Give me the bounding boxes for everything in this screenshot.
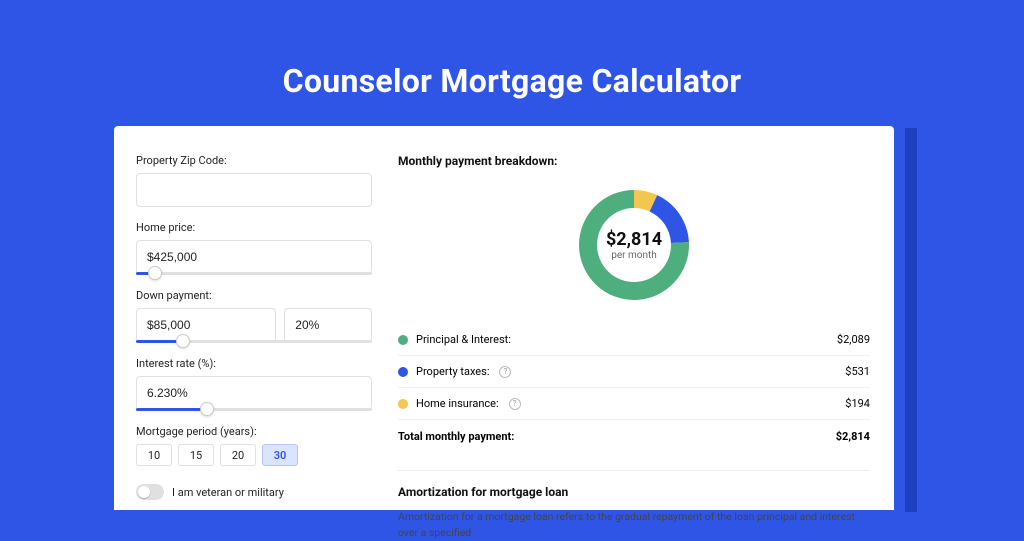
home-price-label: Home price: [136,221,372,234]
amortization-block: Amortization for mortgage loan Amortizat… [398,470,870,541]
period-option-15[interactable]: 15 [178,444,214,466]
veteran-row: I am veteran or military [136,484,372,500]
period-option-30[interactable]: 30 [262,444,298,466]
interest-rate-input[interactable] [136,376,372,410]
down-payment-field-group: Down payment: [136,289,372,343]
donut-center-amount: $2,814 [606,229,662,250]
help-icon[interactable]: ? [509,398,521,410]
breakdown-label: Home insurance: [416,397,499,410]
period-option-10[interactable]: 10 [136,444,172,466]
slider-thumb-icon[interactable] [176,334,190,348]
breakdown-row: Property taxes:? $531 [398,356,870,388]
period-option-20[interactable]: 20 [220,444,256,466]
home-price-input[interactable] [136,240,372,274]
page-title: Counselor Mortgage Calculator [0,0,1024,126]
total-label: Total monthly payment: [398,430,514,443]
mortgage-period-field-group: Mortgage period (years): 10 15 20 30 [136,425,372,466]
breakdown-label: Property taxes: [416,365,489,378]
help-icon[interactable]: ? [499,366,511,378]
total-value: $2,814 [836,430,870,443]
breakdown-title: Monthly payment breakdown: [398,154,870,168]
down-payment-slider[interactable] [136,340,372,343]
home-price-field-group: Home price: [136,221,372,275]
calculator-card: Property Zip Code: Home price: Down paym… [114,126,894,510]
card-shadow [905,128,917,512]
slider-thumb-icon[interactable] [200,402,214,416]
breakdown-row: Home insurance:? $194 [398,388,870,420]
inputs-panel: Property Zip Code: Home price: Down paym… [114,126,394,510]
breakdown-value: $2,089 [837,333,870,346]
interest-rate-label: Interest rate (%): [136,357,372,370]
down-payment-amount-input[interactable] [136,308,276,342]
legend-dot-icon [398,399,408,409]
toggle-knob-icon [138,486,150,498]
legend-dot-icon [398,367,408,377]
breakdown-label: Principal & Interest: [416,333,511,346]
zip-input[interactable] [136,173,372,207]
down-payment-percent-input[interactable] [284,308,372,342]
amortization-title: Amortization for mortgage loan [398,485,870,499]
down-payment-label: Down payment: [136,289,372,302]
breakdown-panel: Monthly payment breakdown: $2,814 [394,126,894,510]
slider-thumb-icon[interactable] [148,266,162,280]
interest-rate-slider[interactable] [136,408,372,411]
breakdown-row: Principal & Interest: $2,089 [398,324,870,356]
donut-center-sub: per month [606,250,662,261]
amortization-text: Amortization for a mortgage loan refers … [398,509,870,541]
breakdown-total-row: Total monthly payment: $2,814 [398,420,870,452]
veteran-toggle[interactable] [136,484,164,500]
mortgage-period-label: Mortgage period (years): [136,425,372,438]
payment-donut-chart: $2,814 per month [569,180,699,310]
home-price-slider[interactable] [136,272,372,275]
legend-dot-icon [398,335,408,345]
veteran-label: I am veteran or military [172,486,284,499]
breakdown-value: $194 [845,397,870,410]
breakdown-list: Principal & Interest: $2,089 Property taxe… [398,324,870,420]
mortgage-period-options: 10 15 20 30 [136,444,372,466]
breakdown-value: $531 [845,365,870,378]
interest-rate-field-group: Interest rate (%): [136,357,372,411]
zip-field-group: Property Zip Code: [136,154,372,207]
zip-label: Property Zip Code: [136,154,372,167]
